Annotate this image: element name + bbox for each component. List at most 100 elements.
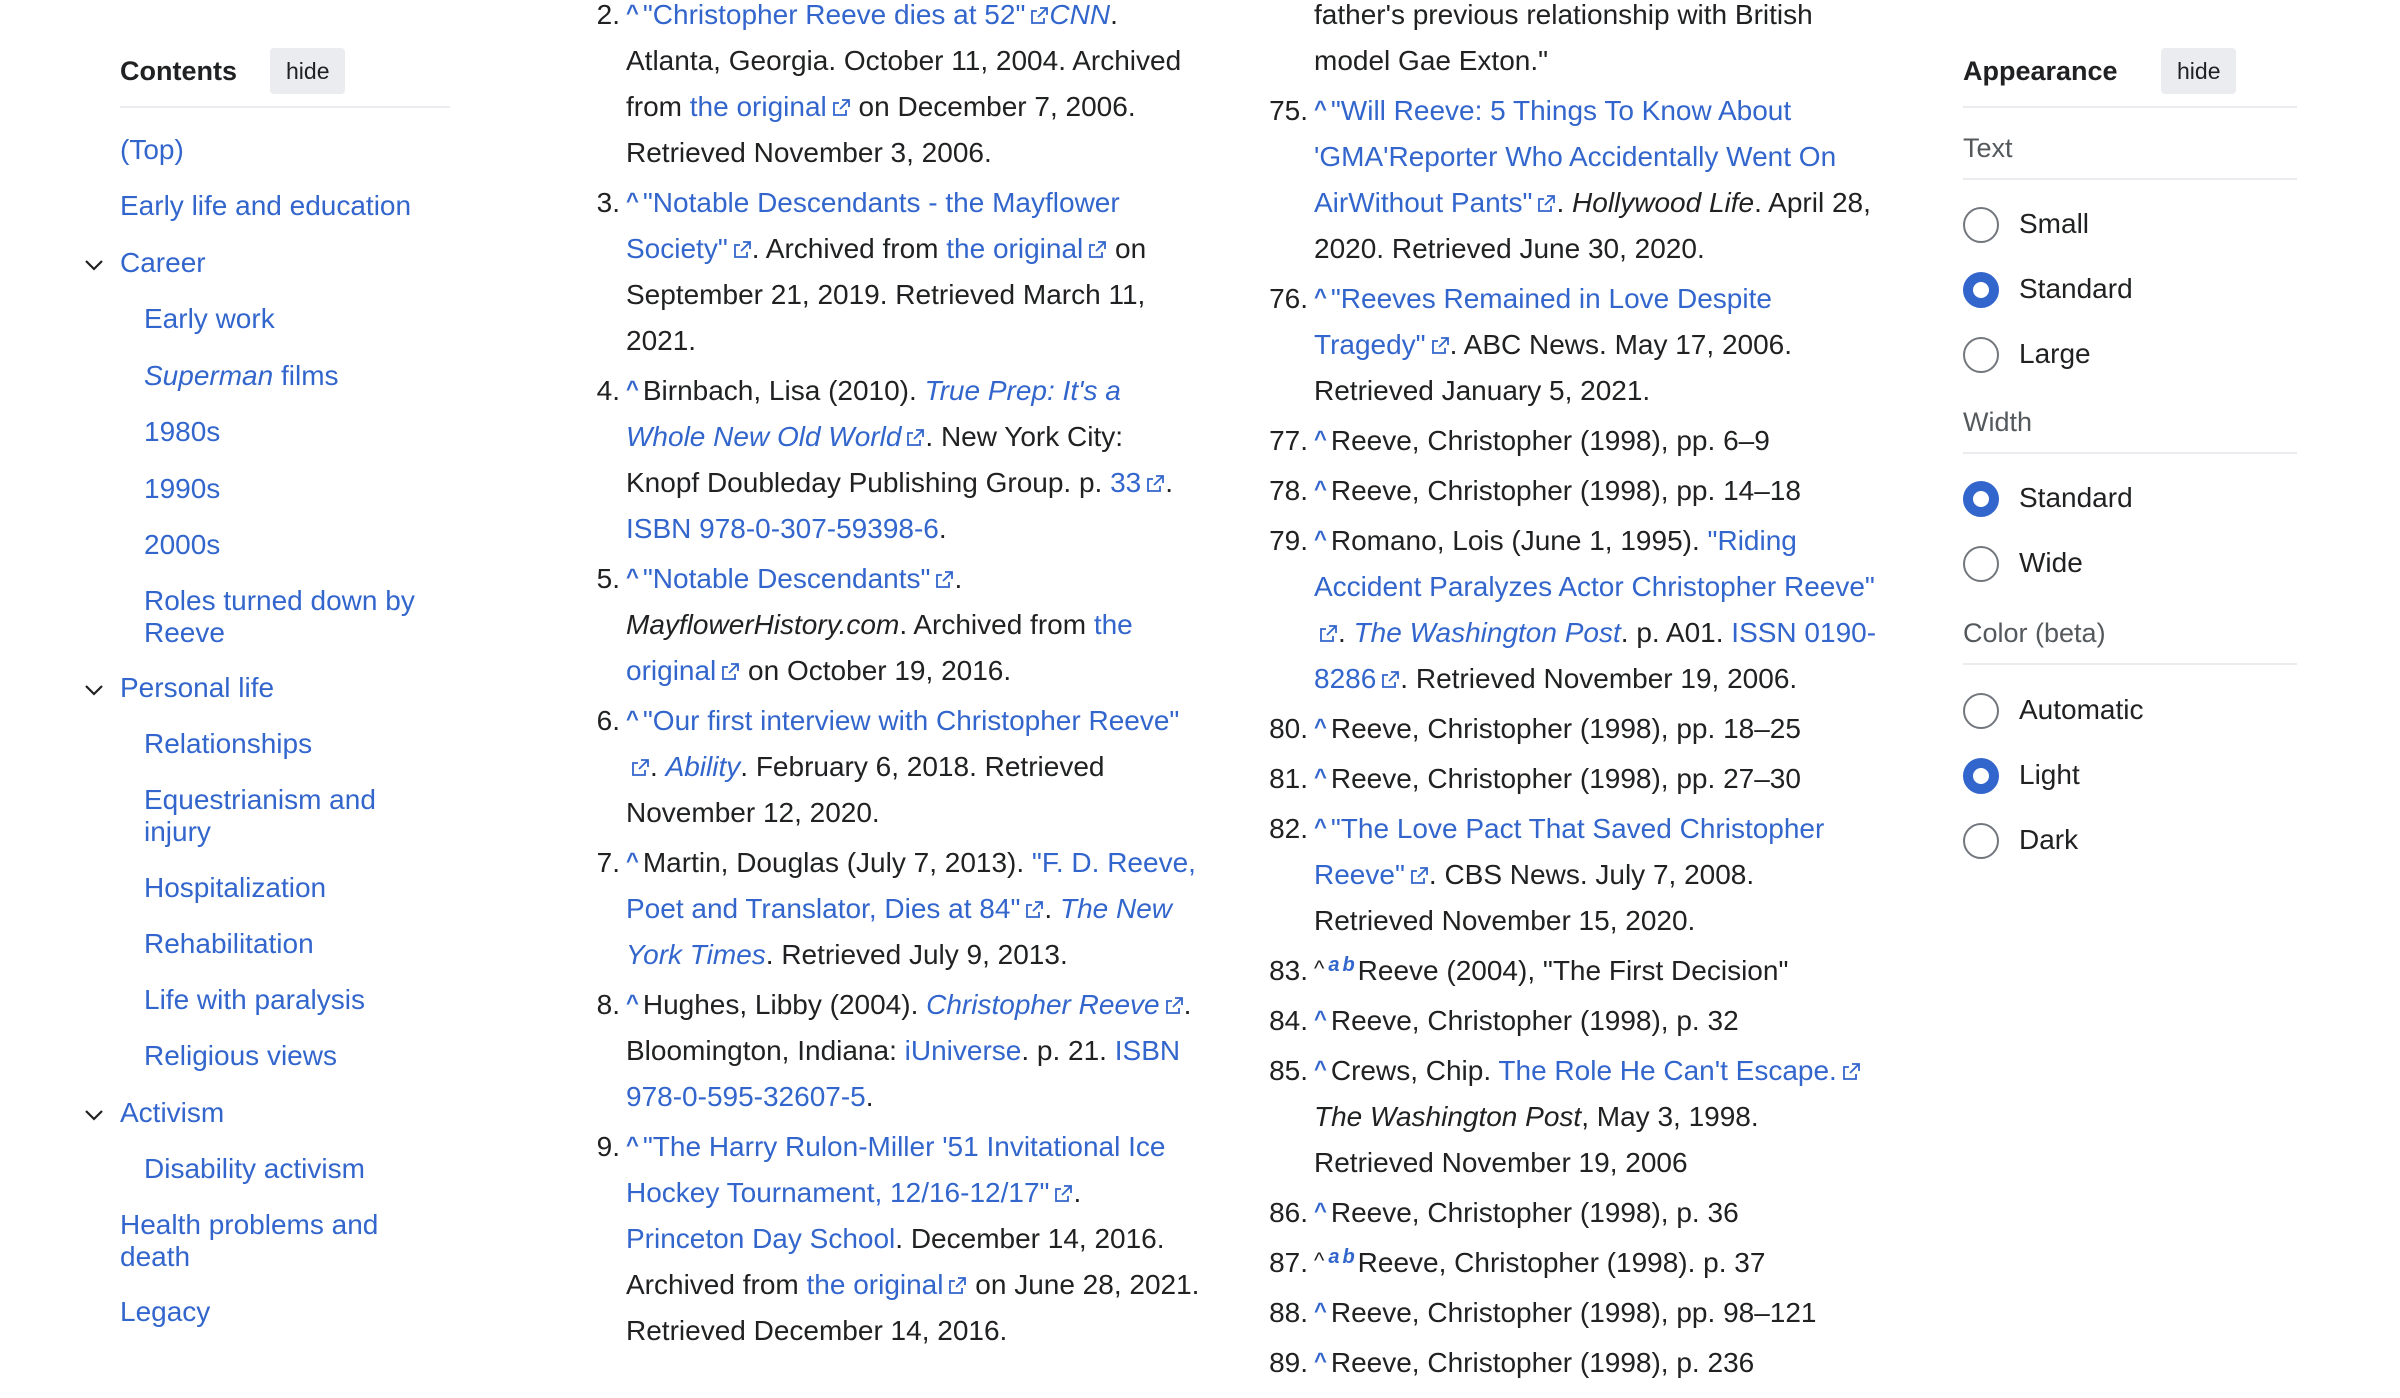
chevron-down-icon[interactable]: [82, 678, 106, 702]
toc-item-2000s[interactable]: 2000s: [144, 529, 444, 561]
reference-link[interactable]: Princeton Day School: [626, 1223, 895, 1254]
chevron-down-icon[interactable]: [82, 1103, 106, 1127]
reference-text: .: [938, 513, 947, 544]
reference-link-text: The Role He Can't Escape.: [1498, 1055, 1837, 1086]
reference-text: .: [954, 563, 963, 594]
reference-text: Reeve (2004), "The First Decision": [1357, 955, 1789, 986]
reference-external-link[interactable]: Christopher Reeve: [926, 989, 1183, 1020]
toc-item-hospitalization[interactable]: Hospitalization: [144, 872, 444, 904]
backlink-caret[interactable]: ^: [1314, 1006, 1327, 1031]
reference-number: 88.: [1269, 1297, 1308, 1328]
backlink-caret[interactable]: ^: [626, 564, 639, 589]
backlink-caret[interactable]: ^: [1314, 284, 1327, 309]
backlink-caret[interactable]: ^: [626, 188, 639, 213]
backlink-caret[interactable]: ^: [626, 990, 639, 1015]
reference-number: 9.: [596, 1131, 620, 1162]
toc-header: Contents hide: [120, 48, 450, 108]
toc-item-top[interactable]: (Top): [120, 134, 450, 166]
backlink-b[interactable]: b: [1342, 954, 1354, 976]
reference-text: Birnbach, Lisa (2010).: [642, 375, 925, 406]
backlink-caret[interactable]: ^: [1314, 814, 1327, 839]
reference-external-link[interactable]: 33: [1110, 467, 1165, 498]
backlink-caret[interactable]: ^: [626, 706, 639, 731]
chevron-down-icon[interactable]: [82, 253, 106, 277]
reference-external-link[interactable]: the original: [690, 91, 851, 122]
reference-item: 76. ^ "Reeves Remained in Love Despite Tra…: [1258, 276, 1878, 414]
appearance-hide-button[interactable]: hide: [2161, 48, 2237, 94]
backlink-b[interactable]: b: [1342, 1246, 1354, 1268]
reference-number: 82.: [1269, 813, 1308, 844]
radio-button[interactable]: [1963, 823, 1999, 859]
references-column-left: 2. ^ "Christopher Reeve dies at 52" CNN. At…: [580, 0, 1200, 1358]
radio-button[interactable]: [1963, 207, 1999, 243]
reference-link-text: the original: [946, 233, 1084, 264]
toc-item-relationships[interactable]: Relationships: [144, 728, 444, 760]
radio-button[interactable]: [1963, 758, 1999, 794]
backlink-caret[interactable]: ^: [626, 376, 639, 401]
radio-button[interactable]: [1963, 337, 1999, 373]
reference-item: 77. ^ Reeve, Christopher (1998), pp. 6–9: [1258, 418, 1878, 464]
backlink-caret[interactable]: ^: [1314, 764, 1327, 789]
toc-item-personal-life[interactable]: Personal life: [120, 672, 274, 703]
backlink-caret[interactable]: ^: [1314, 476, 1327, 501]
radio-button[interactable]: [1963, 693, 1999, 729]
reference-external-link[interactable]: "The Harry Rulon-Miller '51 Invitational…: [626, 1131, 1165, 1208]
backlink-caret[interactable]: ^: [1314, 1056, 1327, 1081]
toc-item-rehabilitation[interactable]: Rehabilitation: [144, 928, 444, 960]
reference-external-link[interactable]: "Notable Descendants": [643, 563, 955, 594]
toc-item-equestrianism[interactable]: Equestrianism and injury: [144, 784, 444, 848]
backlink-a[interactable]: a: [1328, 954, 1339, 976]
toc-item-early-work[interactable]: Early work: [144, 303, 444, 335]
backlink-caret[interactable]: ^: [626, 1132, 639, 1157]
toc-item-disability-activism[interactable]: Disability activism: [144, 1153, 444, 1185]
radio-button[interactable]: [1963, 546, 1999, 582]
reference-external-link[interactable]: the original: [946, 233, 1107, 264]
backlink-caret[interactable]: ^: [1314, 1298, 1327, 1323]
radio-label: Large: [2019, 338, 2091, 369]
reference-external-link[interactable]: "Christopher Reeve dies at 52": [643, 0, 1050, 30]
backlink-caret[interactable]: ^: [1314, 526, 1327, 551]
toc-item-activism[interactable]: Activism: [120, 1097, 224, 1128]
backlink-caret[interactable]: ^: [1314, 714, 1327, 739]
divider: [1963, 663, 2297, 665]
backlink-caret[interactable]: ^: [1314, 1348, 1327, 1373]
backlink-caret[interactable]: ^: [1314, 1198, 1327, 1223]
reference-item: 84. ^ Reeve, Christopher (1998), p. 32: [1258, 998, 1878, 1044]
reference-number: 8.: [596, 989, 620, 1020]
reference-item: 89. ^ Reeve, Christopher (1998), p. 236: [1258, 1340, 1878, 1386]
backlink-caret[interactable]: ^: [1314, 426, 1327, 451]
reference-link[interactable]: The Washington Post: [1354, 617, 1621, 648]
toc-item-health-problems[interactable]: Health problems and death: [120, 1209, 420, 1273]
reference-item: 6. ^ "Our first interview with Christopher…: [580, 698, 1200, 836]
reference-link[interactable]: CNN: [1049, 0, 1110, 30]
backlink-caret[interactable]: ^: [1314, 96, 1327, 121]
divider: [1963, 452, 2297, 454]
toc-item-1990s[interactable]: 1990s: [144, 473, 444, 505]
reference-link[interactable]: Ability: [666, 751, 741, 782]
reference-item: 81. ^ Reeve, Christopher (1998), pp. 27–30: [1258, 756, 1878, 802]
toc-hide-button[interactable]: hide: [270, 48, 346, 94]
external-link-icon: [1320, 625, 1337, 642]
toc-item-early-life[interactable]: Early life and education: [120, 190, 450, 222]
toc-item-religious-views[interactable]: Religious views: [144, 1040, 444, 1072]
reference-link-text: The Washington Post: [1353, 617, 1621, 648]
toc-item-roles-turned-down[interactable]: Roles turned down by Reeve: [144, 585, 444, 649]
toc-item-legacy[interactable]: Legacy: [120, 1296, 450, 1328]
radio-button[interactable]: [1963, 481, 1999, 517]
backlink-caret[interactable]: ^: [626, 0, 639, 25]
toc-item-1980s[interactable]: 1980s: [144, 416, 444, 448]
backlink-caret[interactable]: ^: [626, 848, 639, 873]
reference-link[interactable]: iUniverse: [905, 1035, 1022, 1066]
backlink-a[interactable]: a: [1328, 1246, 1339, 1268]
reference-link-text: "Our first interview with Christopher Re…: [642, 705, 1180, 736]
reference-external-link[interactable]: The Role He Can't Escape.: [1498, 1055, 1860, 1086]
reference-external-link[interactable]: the original: [807, 1269, 968, 1300]
reference-text: Martin, Douglas (July 7, 2013).: [642, 847, 1032, 878]
radio-button[interactable]: [1963, 272, 1999, 308]
reference-link[interactable]: ISBN 978-0-307-59398-6: [626, 513, 939, 544]
toc-item-life-with-paralysis[interactable]: Life with paralysis: [144, 984, 444, 1016]
reference-text: .: [1338, 617, 1354, 648]
toc-item-superman-films[interactable]: Superman films: [144, 360, 444, 392]
toc-item-career[interactable]: Career: [120, 247, 206, 278]
external-link-icon: [907, 429, 925, 446]
